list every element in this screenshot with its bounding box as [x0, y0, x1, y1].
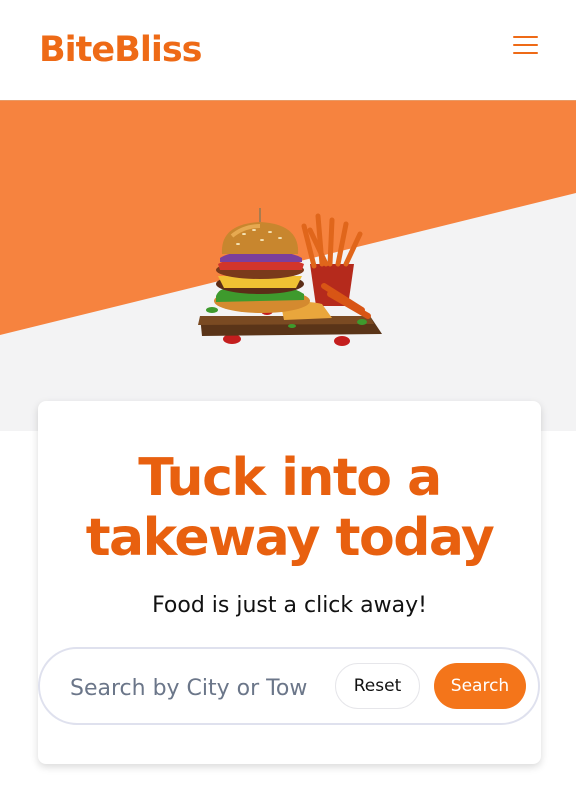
search-button[interactable]: Search	[434, 663, 526, 709]
search-card: Tuck into a takeway today Food is just a…	[38, 401, 541, 764]
search-bar: Reset Search	[38, 647, 540, 725]
site-header: BiteBliss	[0, 0, 576, 101]
brand-logo[interactable]: BiteBliss	[39, 30, 202, 70]
hero-banner	[0, 101, 576, 431]
reset-button[interactable]: Reset	[335, 663, 420, 709]
page-headline: Tuck into a takeway today	[85, 448, 495, 568]
page-subtitle: Food is just a click away!	[152, 593, 427, 618]
burger-fries-illustration	[198, 208, 382, 346]
hamburger-menu-icon[interactable]	[513, 34, 539, 56]
search-input[interactable]	[70, 671, 308, 705]
